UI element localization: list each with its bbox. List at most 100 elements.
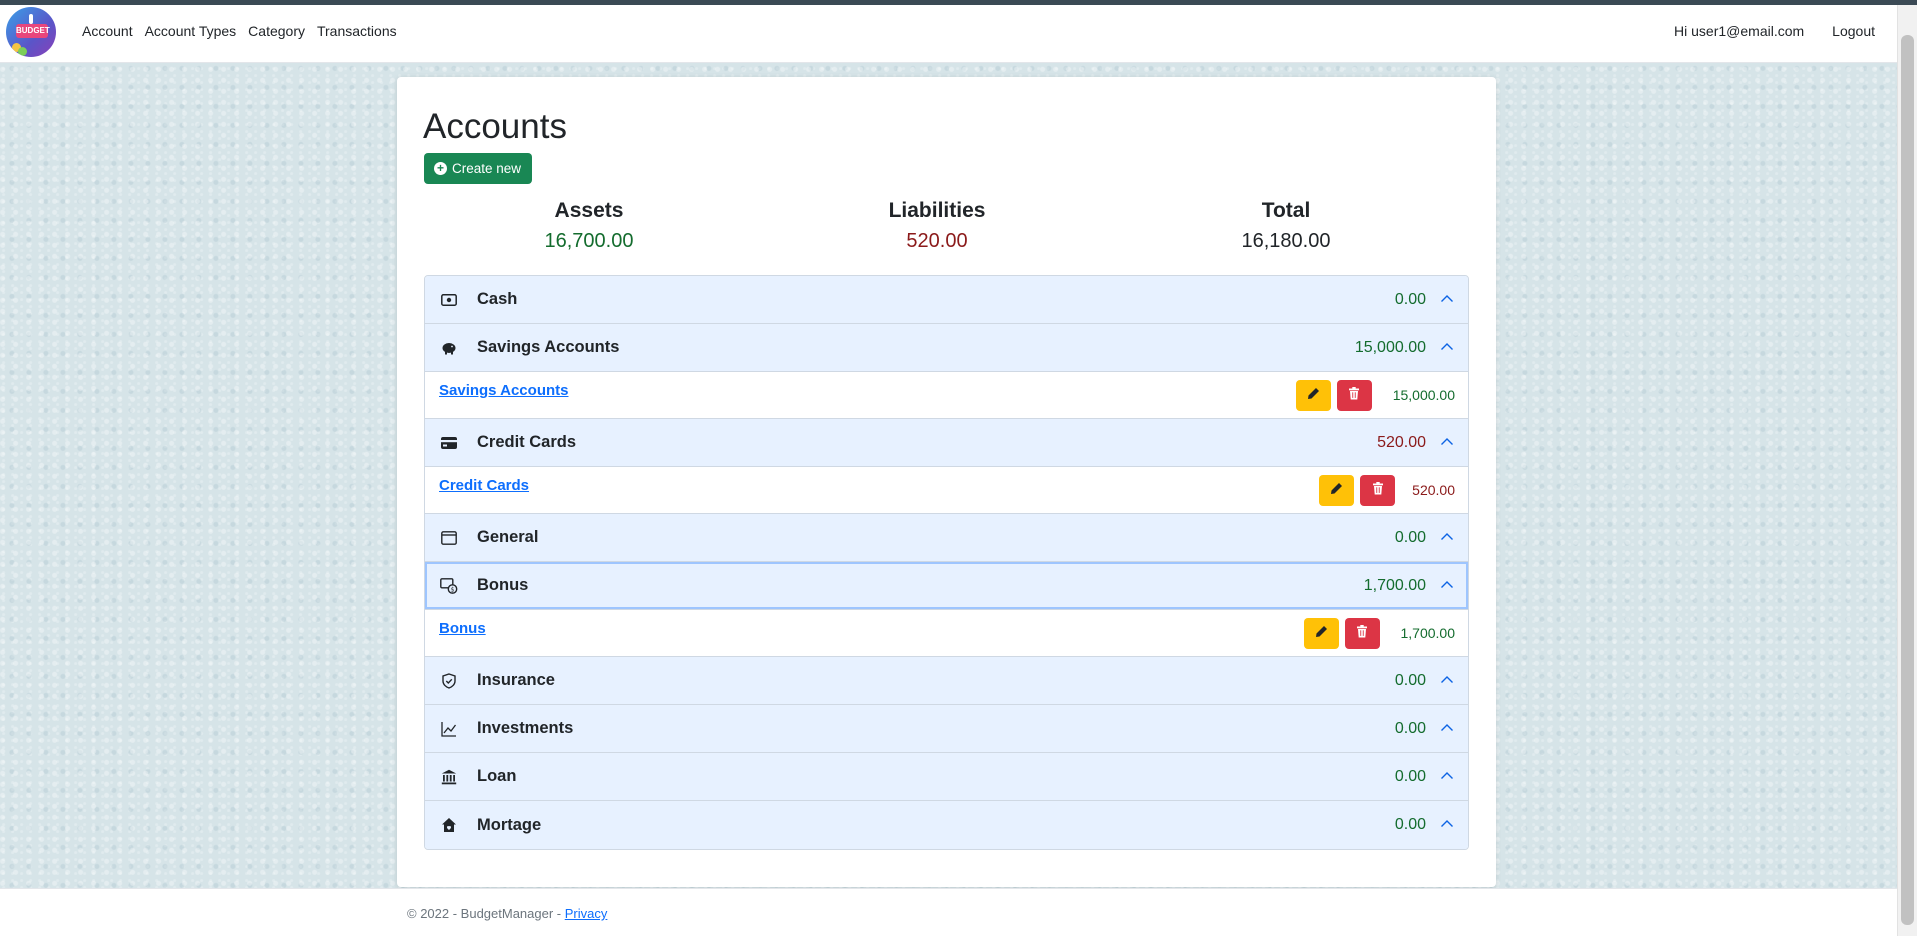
logout-link[interactable]: Logout (1832, 23, 1875, 39)
total-value: 16,180.00 (1241, 230, 1331, 252)
footer: © 2022 - BudgetManager - Privacy (0, 888, 1897, 936)
accordion-header-credit-cards[interactable]: Credit Cards 520.00 (425, 419, 1468, 467)
chevron-up-icon[interactable] (1440, 578, 1454, 592)
account-link[interactable]: Savings Accounts (439, 382, 568, 399)
group-amount: 0.00 (1394, 290, 1426, 308)
logo-coin-shape (18, 47, 27, 56)
account-balance: 520.00 (1412, 482, 1455, 498)
group-title: Loan (477, 767, 517, 785)
navbar: BUDGET Account Account Types Category Tr… (0, 5, 1897, 63)
assets-value: 16,700.00 (544, 230, 634, 252)
liabilities-label: Liabilities (888, 199, 986, 222)
create-new-label: Create new (452, 161, 522, 176)
account-link[interactable]: Credit Cards (439, 477, 529, 494)
nav-link-account-types[interactable]: Account Types (139, 23, 243, 39)
delete-button[interactable] (1344, 618, 1380, 649)
account-balance: 1,700.00 (1400, 625, 1456, 641)
accordion-header-cash[interactable]: Cash 0.00 (425, 276, 1468, 324)
chevron-up-icon[interactable] (1440, 769, 1454, 783)
chevron-up-icon[interactable] (1440, 721, 1454, 735)
assets-summary: Assets 16,700.00 (439, 199, 739, 253)
account-row: Savings Accounts 15,000.00 (425, 372, 1468, 419)
edit-button[interactable] (1319, 475, 1355, 506)
svg-text:$: $ (451, 586, 455, 593)
group-title: Bonus (477, 576, 529, 594)
user-greeting[interactable]: Hi user1@email.com (1674, 23, 1804, 39)
trash-icon (1372, 481, 1384, 500)
chevron-up-icon[interactable] (1440, 340, 1454, 354)
delete-button[interactable] (1336, 380, 1372, 411)
group-amount: 0.00 (1394, 767, 1426, 785)
footer-copyright: © 2022 - BudgetManager - Privacy (407, 906, 607, 921)
group-amount: 15,000.00 (1354, 338, 1426, 356)
group-title: Credit Cards (477, 433, 577, 451)
pencil-icon (1330, 482, 1343, 500)
trash-icon (1348, 386, 1360, 405)
assets-label: Assets (554, 199, 624, 222)
liabilities-value: 520.00 (906, 230, 968, 252)
copyright-text: © 2022 - BudgetManager - (407, 906, 565, 921)
nav-link-transactions[interactable]: Transactions (311, 23, 403, 39)
accordion-header-mortage[interactable]: Mortage 0.00 (425, 801, 1468, 849)
account-row: Bonus 1,700.00 (425, 610, 1468, 657)
create-new-button[interactable]: + Create new (424, 153, 533, 184)
house-heart-icon (440, 816, 458, 834)
chevron-up-icon[interactable] (1440, 817, 1454, 831)
total-summary: Total 16,180.00 (1136, 199, 1436, 253)
page-title: Accounts (423, 107, 567, 146)
nav-user-area: Hi user1@email.com Logout (1674, 5, 1875, 57)
nav-link-category[interactable]: Category (242, 23, 311, 39)
account-balance: 15,000.00 (1392, 387, 1455, 403)
accordion-header-insurance[interactable]: Insurance 0.00 (425, 657, 1468, 705)
cash-coin-icon: $ (440, 577, 458, 595)
window-icon (440, 529, 458, 547)
account-row: Credit Cards 520.00 (425, 467, 1468, 514)
group-amount: 0.00 (1394, 671, 1426, 689)
group-amount: 1,700.00 (1363, 576, 1426, 594)
plus-circle-icon: + (434, 162, 447, 175)
group-title: Mortage (477, 815, 542, 834)
piggy-bank-icon (440, 339, 458, 357)
chevron-up-icon[interactable] (1440, 292, 1454, 306)
edit-button[interactable] (1295, 380, 1331, 411)
accordion-header-loan[interactable]: Loan 0.00 (425, 753, 1468, 801)
cash-icon (440, 291, 458, 309)
liabilities-summary: Liabilities 520.00 (787, 199, 1087, 253)
group-title: Savings Accounts (477, 338, 620, 356)
logo-text: BUDGET (16, 24, 50, 38)
graph-up-icon (440, 720, 458, 738)
logo-pin-shape (29, 14, 33, 24)
total-label: Total (1261, 199, 1311, 222)
accordion-header-savings-accounts[interactable]: Savings Accounts 15,000.00 (425, 324, 1468, 372)
nav-link-account[interactable]: Account (76, 23, 139, 39)
chevron-up-icon[interactable] (1440, 530, 1454, 544)
credit-card-icon (440, 434, 458, 452)
group-amount: 0.00 (1394, 528, 1426, 546)
delete-button[interactable] (1360, 475, 1396, 506)
accounts-card: Accounts + Create new Assets 16,700.00 L… (397, 77, 1496, 887)
group-title: General (477, 528, 539, 546)
group-amount: 0.00 (1394, 816, 1426, 833)
chevron-up-icon[interactable] (1440, 673, 1454, 687)
page-scrollbar[interactable] (1897, 5, 1917, 936)
privacy-link[interactable]: Privacy (565, 906, 608, 921)
budget-logo[interactable]: BUDGET (6, 7, 56, 57)
trash-icon (1356, 624, 1368, 643)
accordion-header-general[interactable]: General 0.00 (425, 514, 1468, 562)
pencil-icon (1315, 625, 1328, 643)
edit-button[interactable] (1303, 618, 1339, 649)
accordion-header-bonus[interactable]: $ Bonus 1,700.00 (425, 562, 1468, 610)
group-title: Cash (477, 290, 518, 308)
scrollbar-thumb[interactable] (1901, 35, 1914, 925)
accordion-header-investments[interactable]: Investments 0.00 (425, 705, 1468, 753)
group-title: Insurance (477, 671, 555, 689)
account-groups-accordion: Cash 0.00 Savings Accounts 15,000.00 Savings… (424, 275, 1469, 850)
group-title: Investments (477, 719, 574, 737)
pencil-icon (1307, 387, 1320, 405)
account-link[interactable]: Bonus (439, 620, 486, 637)
shield-check-icon (440, 672, 458, 690)
bank-icon (440, 768, 458, 786)
group-amount: 0.00 (1394, 719, 1426, 737)
nav-links: Account Account Types Category Transacti… (76, 5, 403, 57)
chevron-up-icon[interactable] (1440, 435, 1454, 449)
